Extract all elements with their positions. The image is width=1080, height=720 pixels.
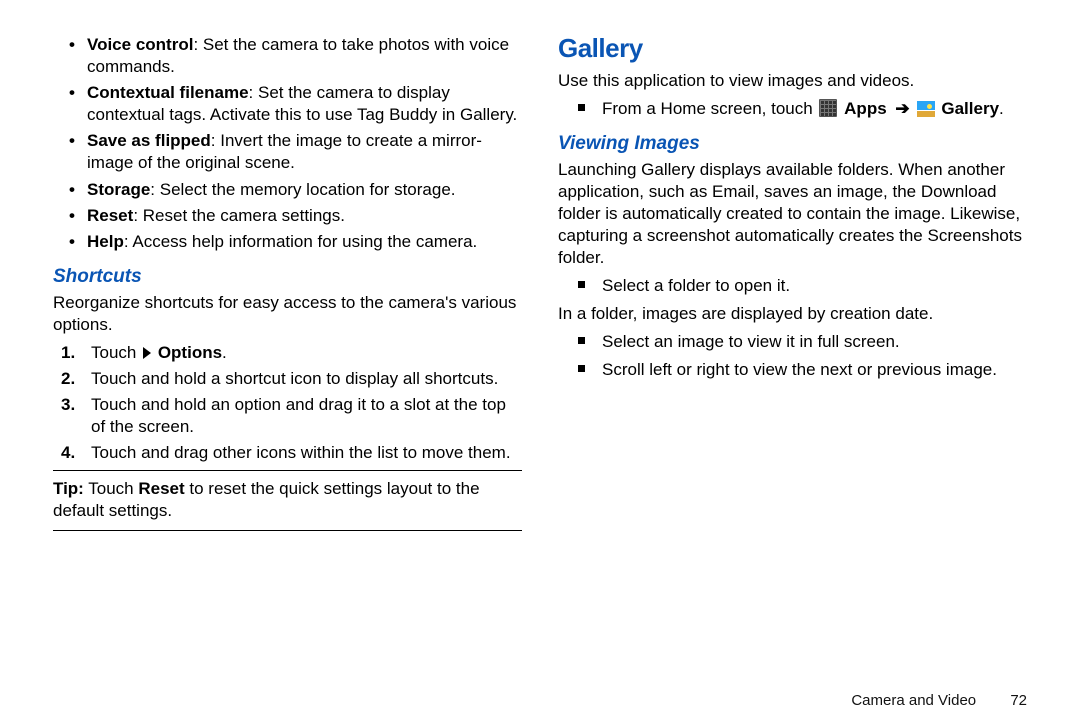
tip-label: Tip: bbox=[53, 479, 84, 498]
tip-text: Touch bbox=[84, 479, 139, 498]
footer-section: Camera and Video bbox=[851, 692, 976, 709]
setting-reset: Reset: Reset the camera settings. bbox=[87, 205, 522, 227]
list-item: Select a folder to open it. bbox=[584, 275, 1027, 297]
setting-label: Storage bbox=[87, 180, 150, 199]
setting-label: Reset bbox=[87, 206, 133, 225]
step-2: Touch and hold a shortcut icon to displa… bbox=[85, 368, 522, 390]
list-text: Scroll left or right to view the next or… bbox=[602, 360, 997, 379]
step-1: Touch Options. bbox=[85, 342, 522, 364]
nav-gallery-label: Gallery bbox=[941, 99, 999, 118]
viewing-list-a: Select a folder to open it. bbox=[584, 275, 1027, 297]
setting-voice-control: Voice control: Set the camera to take ph… bbox=[87, 34, 522, 78]
nav-prefix: From a Home screen, touch bbox=[602, 99, 817, 118]
step-bold: Options bbox=[158, 343, 222, 362]
shortcuts-heading: Shortcuts bbox=[53, 265, 522, 290]
gallery-app-icon bbox=[917, 101, 935, 117]
shortcuts-intro: Reorganize shortcuts for easy access to … bbox=[53, 292, 522, 336]
step-text: Touch and hold a shortcut icon to displa… bbox=[91, 369, 498, 388]
step-text: Touch and drag other icons within the li… bbox=[91, 443, 511, 462]
step-text: Touch bbox=[91, 343, 141, 362]
setting-desc: : Access help information for using the … bbox=[124, 232, 477, 251]
chevron-right-icon bbox=[143, 347, 151, 359]
viewing-para: Launching Gallery displays available fol… bbox=[558, 159, 1027, 269]
setting-desc: : Select the memory location for storage… bbox=[150, 180, 455, 199]
tip-block: Tip: Touch Reset to reset the quick sett… bbox=[53, 475, 522, 530]
setting-label: Save as flipped bbox=[87, 131, 211, 150]
left-column: Voice control: Set the camera to take ph… bbox=[35, 30, 540, 710]
folder-order-para: In a folder, images are displayed by cre… bbox=[558, 303, 1027, 325]
list-text: Select a folder to open it. bbox=[602, 276, 790, 295]
page-root: Voice control: Set the camera to take ph… bbox=[0, 0, 1080, 720]
page-footer: Camera and Video 72 bbox=[851, 691, 1027, 711]
nav-path: From a Home screen, touch Apps ➔ Gallery… bbox=[584, 98, 1027, 120]
list-item: Scroll left or right to view the next or… bbox=[584, 359, 1027, 381]
setting-storage: Storage: Select the memory location for … bbox=[87, 179, 522, 201]
step-3: Touch and hold an option and drag it to … bbox=[85, 394, 522, 438]
shortcuts-steps: Touch Options. Touch and hold a shortcut… bbox=[85, 342, 522, 464]
tip-reset: Reset bbox=[138, 479, 184, 498]
gallery-nav: From a Home screen, touch Apps ➔ Gallery… bbox=[584, 98, 1027, 120]
setting-label: Help bbox=[87, 232, 124, 251]
gallery-intro: Use this application to view images and … bbox=[558, 70, 1027, 92]
list-item: Select an image to view it in full scree… bbox=[584, 331, 1027, 353]
setting-contextual-filename: Contextual filename: Set the camera to d… bbox=[87, 82, 522, 126]
settings-list: Voice control: Set the camera to take ph… bbox=[87, 34, 522, 253]
arrow-right-icon: ➔ bbox=[895, 99, 909, 118]
step-4: Touch and drag other icons within the li… bbox=[85, 442, 522, 464]
apps-grid-icon bbox=[819, 99, 837, 117]
setting-label: Contextual filename bbox=[87, 83, 249, 102]
nav-apps-label: Apps bbox=[844, 99, 887, 118]
setting-help: Help: Access help information for using … bbox=[87, 231, 522, 253]
list-text: Select an image to view it in full scree… bbox=[602, 332, 900, 351]
step-suffix: . bbox=[222, 343, 227, 362]
step-text: Touch and hold an option and drag it to … bbox=[91, 395, 506, 436]
setting-desc: : Reset the camera settings. bbox=[133, 206, 345, 225]
setting-save-as-flipped: Save as flipped: Invert the image to cre… bbox=[87, 130, 522, 174]
viewing-list-b: Select an image to view it in full scree… bbox=[584, 331, 1027, 381]
footer-page-number: 72 bbox=[1010, 691, 1027, 711]
gallery-heading: Gallery bbox=[558, 32, 1027, 66]
viewing-images-heading: Viewing Images bbox=[558, 132, 1027, 157]
right-column: Gallery Use this application to view ima… bbox=[540, 30, 1045, 710]
rule bbox=[53, 530, 522, 531]
setting-label: Voice control bbox=[87, 35, 193, 54]
rule bbox=[53, 470, 522, 471]
